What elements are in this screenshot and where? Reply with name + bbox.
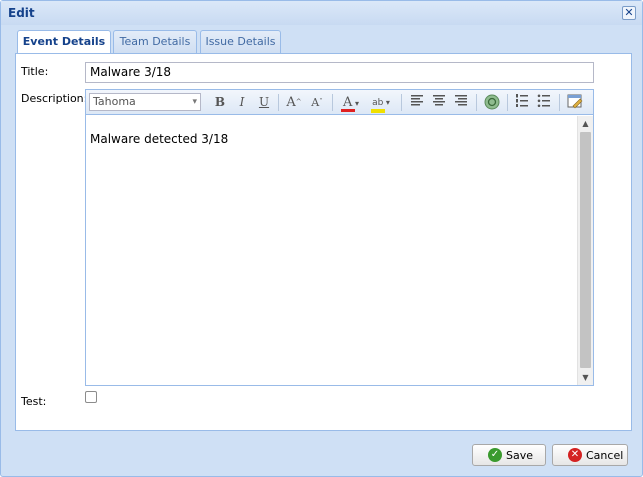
italic-button[interactable]: I [234,94,250,111]
insert-link-button[interactable] [483,94,501,111]
test-checkbox[interactable] [85,391,97,403]
align-left-icon [411,95,423,106]
cancel-icon: ✕ [568,448,582,462]
decrease-font-size-button[interactable]: Aˇ [308,94,326,111]
highlight-color-button[interactable]: ab ▾ [368,94,394,113]
editor-toolbar: Tahoma ▾ B I U A^ Aˇ A ▾ ab ▾ [86,90,593,115]
link-icon [484,94,500,110]
bulleted-list-icon [537,94,550,108]
description-text: Malware detected 3/18 [90,132,229,146]
tab-issue-details[interactable]: Issue Details [200,30,281,54]
tab-event-details[interactable]: Event Details [17,30,111,55]
dialog-title: Edit [8,6,35,20]
increase-font-icon: A [286,95,296,110]
save-button[interactable]: ✓ Save [472,444,546,466]
font-family-select[interactable]: Tahoma ▾ [89,93,201,111]
close-icon[interactable]: ✕ [622,6,636,20]
scroll-down-icon[interactable]: ▼ [578,370,593,385]
underline-button[interactable]: U [256,94,272,111]
align-right-icon [455,95,467,106]
font-family-value: Tahoma [93,95,136,108]
bold-button[interactable]: B [212,94,228,111]
source-edit-icon [567,94,583,109]
chevron-down-icon: ▾ [192,97,197,107]
description-label: Description: [21,92,88,105]
align-left-button[interactable] [409,94,425,111]
bulleted-list-button[interactable] [536,94,552,111]
increase-font-size-button[interactable]: A^ [285,94,303,111]
cancel-button[interactable]: ✕ Cancel [552,444,628,466]
scroll-up-icon[interactable]: ▲ [578,116,593,131]
title-label: Title: [21,65,49,78]
scroll-thumb[interactable] [580,132,591,368]
numbered-list-button[interactable] [514,94,530,111]
source-edit-button[interactable] [566,94,584,111]
align-center-button[interactable] [431,94,447,111]
font-color-icon: A [343,95,353,110]
toolbar-separator [507,94,508,111]
title-input[interactable]: Malware 3/18 [85,62,594,83]
cancel-button-label: Cancel [586,449,624,462]
toolbar-separator [401,94,402,111]
align-center-icon [433,95,445,106]
description-editor: Tahoma ▾ B I U A^ Aˇ A ▾ ab ▾ Malware de… [85,89,594,386]
toolbar-separator [332,94,333,111]
test-label: Test: [21,395,47,408]
numbered-list-icon [516,94,528,107]
toolbar-separator [559,94,560,111]
checkmark-icon: ✓ [488,448,502,462]
editor-scrollbar[interactable]: ▲ ▼ [577,116,593,385]
toolbar-separator [278,94,279,111]
font-color-button[interactable]: A ▾ [338,94,364,112]
toolbar-separator [476,94,477,111]
save-button-label: Save [506,449,534,462]
dialog-titlebar[interactable]: Edit ✕ [1,1,642,25]
highlight-icon: ab [372,98,384,108]
description-content[interactable]: Malware detected 3/18 [86,116,577,385]
edit-dialog: Edit ✕ Event Details Team Details Issue … [0,0,643,477]
align-right-button[interactable] [453,94,469,111]
tab-team-details[interactable]: Team Details [113,30,197,54]
